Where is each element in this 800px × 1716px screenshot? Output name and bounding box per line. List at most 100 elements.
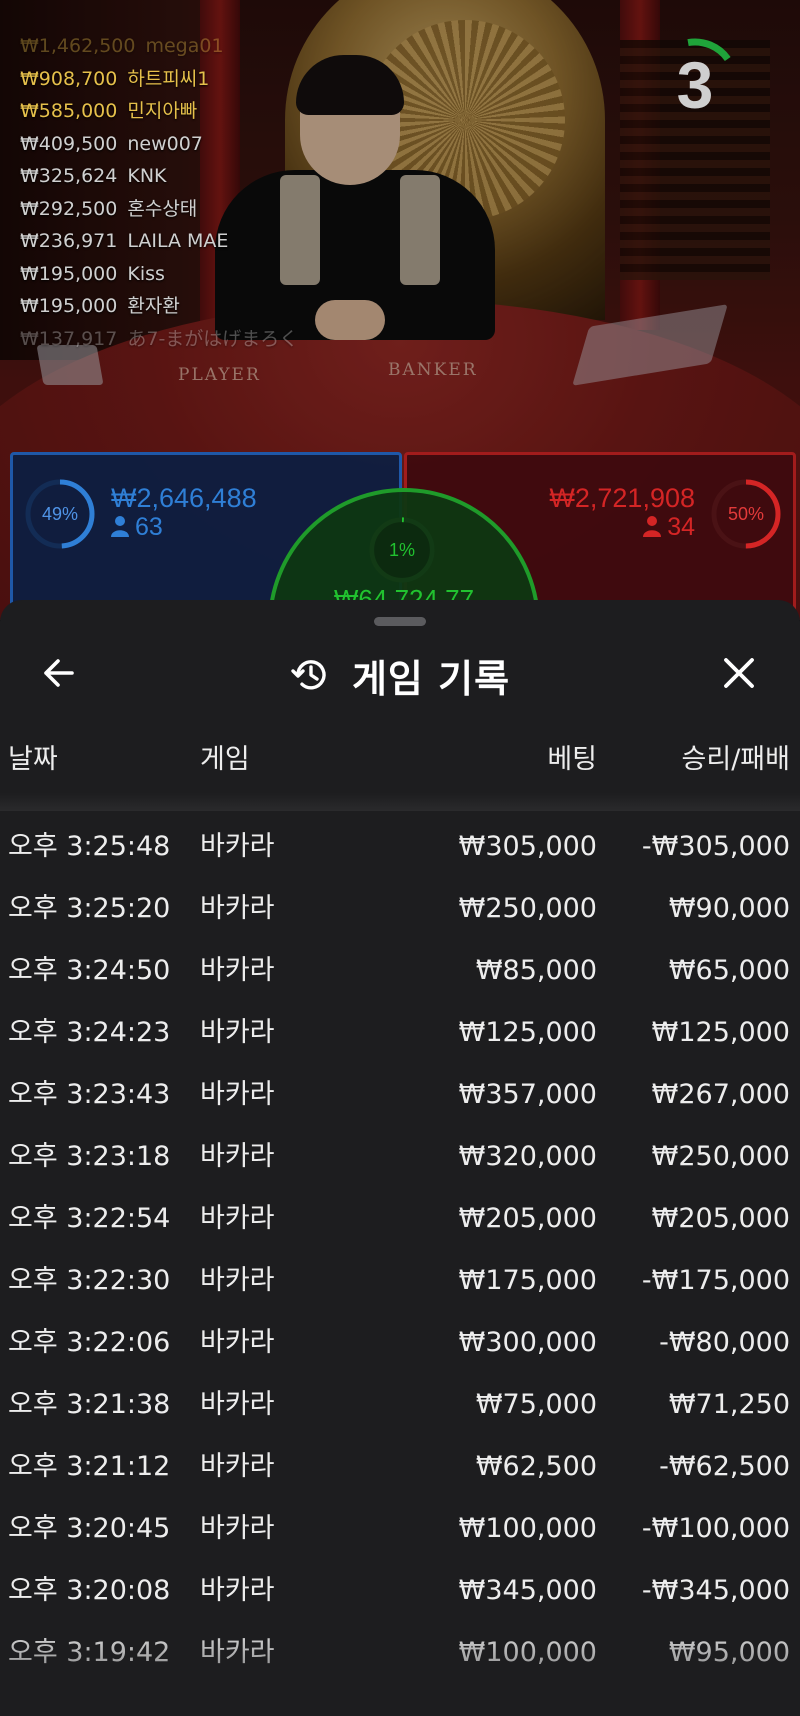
banker-percent-ring: 50% [710, 478, 782, 550]
row-date: 오후 3:22:54 [8, 1203, 171, 1234]
banker-percent: 50% [727, 504, 765, 524]
row-result: -₩80,000 [659, 1327, 790, 1358]
row-result: -₩305,000 [641, 831, 790, 862]
betting-countdown: 3 [665, 30, 755, 122]
history-row[interactable]: 오후 3:24:23 바카라 ₩125,000 ₩125,000 [0, 1002, 800, 1064]
row-date: 오후 3:21:12 [8, 1451, 171, 1482]
row-date: 오후 3:23:43 [8, 1079, 171, 1110]
leader-nick: 민지아빠 [127, 100, 198, 122]
row-game: 바카라 [200, 1203, 275, 1234]
leader-nick: 하트피씨1 [127, 67, 210, 90]
row-bet: ₩175,000 [458, 1265, 597, 1296]
leader-amount: ₩908,700 [20, 67, 118, 90]
player-percent-ring: 49% [24, 478, 96, 550]
history-row[interactable]: 오후 3:24:50 바카라 ₩85,000 ₩65,000 [0, 940, 800, 1002]
banker-count-value: 34 [667, 513, 695, 541]
header-divider [0, 793, 800, 811]
banker-total-bet: ₩2,721,908 [549, 483, 695, 513]
row-date: 오후 3:23:18 [8, 1141, 171, 1172]
close-button[interactable] [714, 648, 764, 698]
leader-amount: ₩236,971 [20, 230, 118, 252]
banker-bettor-count: 34 [643, 513, 695, 542]
column-header-date: 날짜 [8, 744, 58, 775]
row-bet: ₩62,500 [475, 1451, 597, 1482]
row-bet: ₩100,000 [458, 1637, 597, 1668]
row-date: 오후 3:24:50 [8, 955, 171, 986]
leaderboard-row: ₩585,000 민지아빠 [20, 95, 298, 128]
row-game: 바카라 [200, 1265, 275, 1296]
leaderboard-row: ₩1,462,500 mega01 [20, 30, 298, 63]
row-result: ₩71,250 [668, 1389, 790, 1420]
leaderboard-row: ₩195,000 환자환 [20, 290, 298, 323]
history-row[interactable]: 오후 3:23:43 바카라 ₩357,000 ₩267,000 [0, 1064, 800, 1126]
history-row[interactable]: 오후 3:19:42 바카라 ₩100,000 ₩95,000 [0, 1622, 800, 1684]
winners-leaderboard: ₩1,462,500 mega01 ₩908,700 하트피씨1 ₩585,000 민… [20, 30, 298, 355]
history-row[interactable]: 오후 3:25:20 바카라 ₩250,000 ₩90,000 [0, 878, 800, 940]
history-icon [291, 660, 326, 690]
row-date: 오후 3:22:06 [8, 1327, 171, 1358]
row-result: -₩175,000 [641, 1265, 790, 1296]
row-date: 오후 3:19:42 [8, 1637, 171, 1668]
leader-nick: あ7-まがはげまろく [127, 327, 299, 350]
row-game: 바카라 [200, 1451, 275, 1482]
leader-amount: ₩325,624 [20, 165, 118, 187]
row-bet: ₩300,000 [458, 1327, 597, 1358]
column-header-result: 승리/패배 [681, 744, 790, 775]
row-bet: ₩205,000 [458, 1203, 597, 1234]
game-history-sheet: 게임 기록 날짜 게임 베팅 승리/패배 오후 3:25:48 바카라 ₩305… [0, 600, 800, 1716]
row-game: 바카라 [200, 1327, 275, 1358]
leader-nick: KNK [127, 165, 167, 187]
history-row[interactable]: 오후 3:21:12 바카라 ₩62,500 -₩62,500 [0, 1436, 800, 1498]
leader-amount: ₩292,500 [20, 197, 118, 220]
row-bet: ₩125,000 [458, 1017, 597, 1048]
row-date: 오후 3:21:38 [8, 1389, 171, 1420]
row-result: ₩90,000 [668, 893, 790, 924]
row-bet: ₩305,000 [458, 831, 597, 862]
history-row[interactable]: 오후 3:22:06 바카라 ₩300,000 -₩80,000 [0, 1312, 800, 1374]
history-list[interactable]: 오후 3:25:48 바카라 ₩305,000 -₩305,000 오후 3:2… [0, 816, 800, 1684]
person-icon [643, 516, 662, 537]
row-bet: ₩85,000 [475, 955, 597, 986]
sheet-header: 게임 기록 [0, 645, 800, 705]
person-icon [111, 516, 129, 537]
leader-nick: 환자환 [127, 295, 180, 317]
leaderboard-row: ₩137,917 あ7-まがはげまろく [20, 323, 298, 356]
column-header-bet: 베팅 [547, 744, 597, 775]
row-date: 오후 3:24:23 [8, 1017, 171, 1048]
leader-amount: ₩195,000 [20, 295, 118, 317]
player-bettor-count: 63 [111, 513, 163, 542]
leader-amount: ₩137,917 [20, 327, 118, 350]
row-game: 바카라 [200, 1017, 275, 1048]
row-game: 바카라 [200, 1637, 275, 1668]
row-bet: ₩345,000 [458, 1575, 597, 1606]
row-game: 바카라 [200, 955, 275, 986]
history-row[interactable]: 오후 3:25:48 바카라 ₩305,000 -₩305,000 [0, 816, 800, 878]
history-row[interactable]: 오후 3:21:38 바카라 ₩75,000 ₩71,250 [0, 1374, 800, 1436]
row-game: 바카라 [200, 1389, 275, 1420]
row-game: 바카라 [200, 1575, 275, 1606]
history-row[interactable]: 오후 3:22:54 바카라 ₩205,000 ₩205,000 [0, 1188, 800, 1250]
page-title: 게임 기록 [351, 656, 511, 701]
leader-nick: 혼수상태 [127, 197, 198, 220]
row-game: 바카라 [200, 1079, 275, 1110]
history-row[interactable]: 오후 3:22:30 바카라 ₩175,000 -₩175,000 [0, 1250, 800, 1312]
sheet-drag-handle[interactable] [374, 617, 426, 626]
leader-amount: ₩1,462,500 [20, 35, 136, 57]
history-row[interactable]: 오후 3:20:45 바카라 ₩100,000 -₩100,000 [0, 1498, 800, 1560]
row-bet: ₩357,000 [458, 1079, 597, 1110]
row-game: 바카라 [200, 1513, 275, 1544]
column-header-game: 게임 [200, 744, 250, 775]
leader-amount: ₩409,500 [20, 132, 118, 155]
player-count-value: 63 [135, 513, 163, 541]
row-date: 오후 3:25:48 [8, 831, 171, 862]
leaderboard-row: ₩409,500 new007 [20, 128, 298, 161]
history-row[interactable]: 오후 3:20:08 바카라 ₩345,000 -₩345,000 [0, 1560, 800, 1622]
close-icon [724, 658, 754, 688]
leaderboard-row: ₩325,624 KNK [20, 160, 298, 193]
row-result: -₩345,000 [641, 1575, 790, 1606]
tie-percent-ring: 1% [368, 516, 436, 584]
leader-nick: LAILA MAE [127, 230, 229, 252]
leaderboard-row: ₩236,971 LAILA MAE [20, 225, 298, 258]
history-row[interactable]: 오후 3:23:18 바카라 ₩320,000 ₩250,000 [0, 1126, 800, 1188]
row-date: 오후 3:25:20 [8, 893, 171, 924]
